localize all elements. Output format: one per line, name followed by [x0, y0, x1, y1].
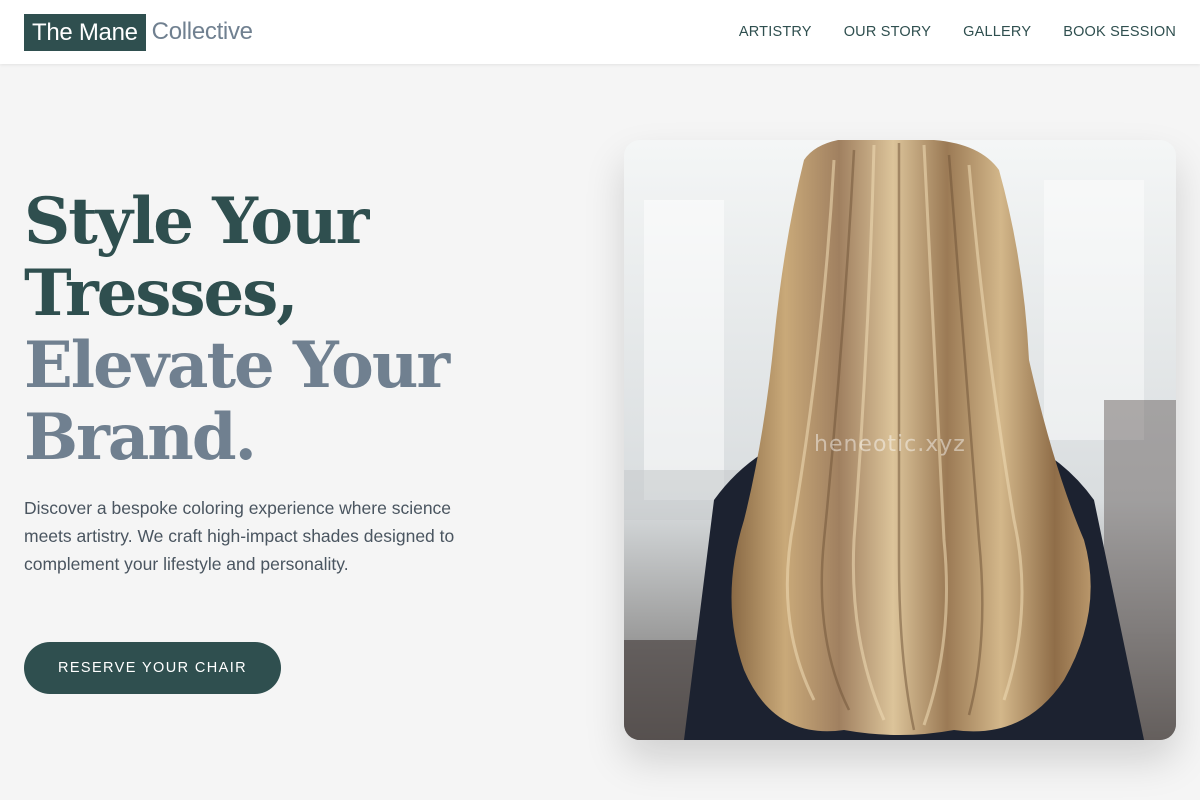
- main-nav: ARTISTRY OUR STORY GALLERY BOOK SESSION: [707, 24, 1176, 40]
- headline-line-4: Brand.: [24, 400, 257, 475]
- hero-image: heneotic.xyz: [624, 140, 1176, 740]
- reserve-chair-button[interactable]: RESERVE YOUR CHAIR: [24, 642, 281, 694]
- site-header: The Mane Collective ARTISTRY OUR STORY G…: [0, 0, 1200, 64]
- logo-secondary-text: Collective: [151, 18, 253, 45]
- hero-description: Discover a bespoke coloring experience w…: [24, 498, 455, 574]
- nav-link-gallery[interactable]: GALLERY: [963, 24, 1031, 40]
- hero-text-block: Style Your Tresses, Elevate Your Brand. …: [24, 186, 494, 578]
- site-logo[interactable]: The Mane Collective: [24, 13, 253, 51]
- hero-headline: Style Your Tresses, Elevate Your Brand.: [24, 186, 494, 474]
- headline-line-2: Tresses,: [24, 256, 299, 331]
- nav-link-book-session[interactable]: BOOK SESSION: [1063, 24, 1176, 40]
- nav-link-our-story[interactable]: OUR STORY: [844, 24, 931, 40]
- headline-line-3: Elevate Your: [24, 328, 450, 403]
- headline-line-1: Style Your: [24, 184, 369, 259]
- logo-primary-text: The Mane: [24, 13, 146, 51]
- nav-link-artistry[interactable]: ARTISTRY: [739, 24, 812, 40]
- image-watermark: heneotic.xyz: [814, 432, 966, 457]
